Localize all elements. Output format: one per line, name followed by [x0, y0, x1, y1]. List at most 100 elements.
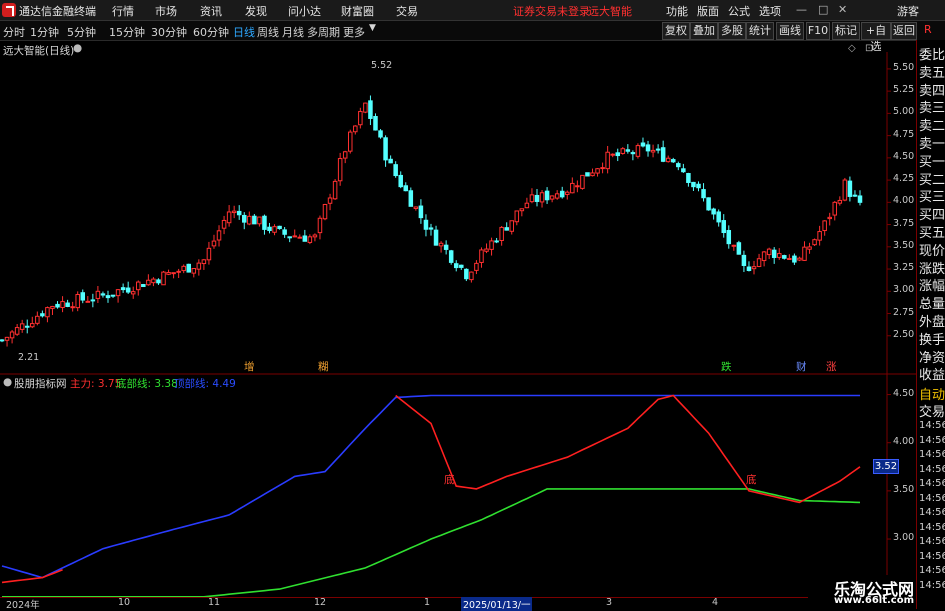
candle-body: [282, 229, 287, 235]
candle-body: [120, 287, 126, 291]
event-marker[interactable]: 财: [796, 359, 807, 374]
menu-bar: 通达信金融终端 行情 市场 资讯 发现 问小达 财富圈 交易 证券交易未登录 远…: [0, 0, 945, 21]
quote-field-label[interactable]: 换手: [919, 329, 945, 348]
menu-item-gongneng[interactable]: 功能: [666, 3, 688, 19]
y-tick-label: 3.25: [893, 262, 915, 274]
period-5min[interactable]: 5分钟: [67, 24, 96, 40]
menu-item-xuanxiang[interactable]: 选项: [759, 3, 781, 19]
quote-field-label[interactable]: 现价: [919, 240, 945, 259]
draw-line-button[interactable]: 画线: [776, 22, 804, 40]
close-icon[interactable]: ✕: [838, 3, 847, 16]
quote-field-label[interactable]: 涨跌: [919, 258, 945, 277]
menu-item-shichang[interactable]: 市场: [155, 3, 177, 19]
quote-field-label[interactable]: 卖三: [919, 97, 945, 116]
quote-field-label[interactable]: 总量: [919, 293, 945, 312]
period-1min[interactable]: 1分钟: [30, 24, 59, 40]
candle-body: [80, 292, 86, 301]
menu-item-faxian[interactable]: 发现: [245, 3, 267, 19]
period-more[interactable]: 更多: [343, 24, 365, 40]
bottom-line: [2, 488, 861, 598]
candle-body: [161, 271, 166, 286]
candle-body: [358, 111, 363, 126]
candle-body: [312, 234, 318, 238]
stats-button[interactable]: 统计: [746, 22, 774, 40]
quote-field-label[interactable]: 卖二: [919, 115, 945, 134]
candle-body: [691, 181, 696, 188]
menu-item-jiaoyi[interactable]: 交易: [396, 3, 418, 19]
add-watchlist-button[interactable]: +自选: [861, 22, 891, 53]
quote-field-label[interactable]: 涨幅: [919, 275, 945, 294]
quote-field-label[interactable]: 收益: [919, 364, 945, 383]
candle-body: [85, 300, 91, 303]
period-60min[interactable]: 60分钟: [193, 24, 229, 40]
candle-body: [216, 230, 222, 241]
menu-item-wenxiaoda[interactable]: 问小达: [288, 3, 321, 19]
quote-field-label[interactable]: 买五: [919, 222, 945, 241]
candle-body: [30, 323, 35, 328]
period-multi[interactable]: 多周期: [307, 24, 340, 40]
event-marker[interactable]: 糊: [318, 359, 329, 374]
quote-field-label[interactable]: 净资: [919, 347, 945, 366]
event-marker[interactable]: 增: [244, 359, 255, 374]
chevron-down-icon[interactable]: ▼: [369, 23, 376, 33]
quote-field-label[interactable]: 卖五: [919, 62, 945, 81]
overlay-button[interactable]: 叠加: [690, 22, 718, 40]
quote-field-label[interactable]: 买四: [919, 204, 945, 223]
indicator-series: [1, 394, 861, 598]
indicator-label-top: 顶部线: 4.49: [174, 378, 236, 390]
candle-body: [746, 266, 752, 272]
indicator-settings-icon[interactable]: ●: [3, 376, 12, 388]
minimize-icon[interactable]: —: [796, 3, 807, 16]
event-marker[interactable]: 跌: [721, 359, 732, 374]
quote-field-label[interactable]: 委比: [919, 44, 945, 63]
mark-button[interactable]: 标记: [832, 22, 860, 40]
quote-field-label[interactable]: 外盘: [919, 311, 945, 330]
guest-label[interactable]: 游客: [897, 3, 919, 19]
candle-body: [771, 249, 777, 258]
quote-field-label[interactable]: 交易: [919, 401, 945, 420]
menu-item-banmian[interactable]: 版面: [697, 3, 719, 19]
quote-field-label[interactable]: 卖一: [919, 133, 945, 152]
menu-item-caifuquan[interactable]: 财富圈: [341, 3, 374, 19]
diamond-icon[interactable]: ◇: [848, 43, 856, 54]
menu-item-gongshi[interactable]: 公式: [728, 3, 750, 19]
candle-body: [186, 263, 191, 273]
settings-circle-icon[interactable]: ●: [73, 42, 82, 54]
candle-body: [181, 265, 186, 272]
login-warning[interactable]: 证券交易未登录: [513, 3, 590, 19]
quote-field-label[interactable]: 买二: [919, 169, 945, 188]
menu-item-zixun[interactable]: 资讯: [200, 3, 222, 19]
candle-body: [166, 272, 171, 275]
tick-time-label: 14:56: [919, 434, 945, 446]
period-daily[interactable]: 日线: [233, 24, 255, 40]
candle-body: [655, 148, 661, 151]
fuquan-button[interactable]: 复权: [662, 22, 690, 40]
candle-body: [519, 208, 525, 212]
candle-body: [721, 220, 726, 234]
maximize-icon[interactable]: □: [818, 3, 828, 16]
expand-icon[interactable]: ⊡: [865, 43, 873, 54]
candle-body: [640, 142, 646, 147]
event-marker[interactable]: 涨: [826, 359, 837, 374]
candle-body: [176, 270, 181, 273]
indicator-name: 股朋指标网: [14, 378, 67, 390]
quote-field-label[interactable]: 卖四: [919, 80, 945, 99]
quote-field-label[interactable]: 买一: [919, 151, 945, 170]
period-weekly[interactable]: 周线: [257, 24, 279, 40]
x-tick-label: 11: [208, 597, 221, 608]
menu-item-hangqing[interactable]: 行情: [112, 3, 134, 19]
candle-body: [423, 219, 429, 230]
period-30min[interactable]: 30分钟: [151, 24, 187, 40]
multi-stock-button[interactable]: 多股: [718, 22, 746, 40]
chart-area[interactable]: [0, 40, 916, 609]
broker-name[interactable]: 远大智能: [588, 3, 632, 19]
candle-body: [19, 323, 25, 330]
period-monthly[interactable]: 月线: [282, 24, 304, 40]
candle-body: [443, 244, 449, 250]
f10-button[interactable]: F10: [806, 22, 830, 40]
period-fenshi[interactable]: 分时: [3, 24, 25, 40]
candle-body: [272, 226, 277, 233]
quote-field-label[interactable]: 买三: [919, 186, 945, 205]
back-button[interactable]: 返回: [891, 22, 917, 40]
period-15min[interactable]: 15分钟: [109, 24, 145, 40]
